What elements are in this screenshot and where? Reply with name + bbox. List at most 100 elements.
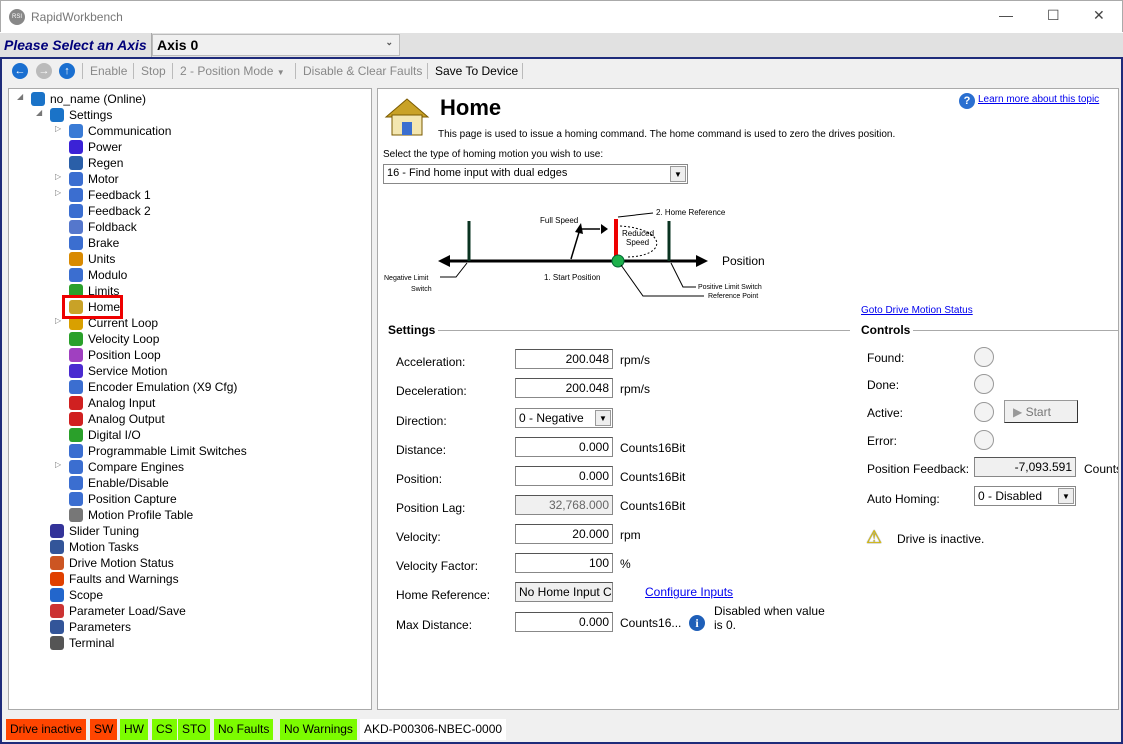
tree-item-label: Slider Tuning — [69, 524, 140, 538]
tree-item[interactable]: Drive Motion Status — [9, 555, 369, 571]
tree-item-label: Enable/Disable — [88, 476, 169, 490]
maximize-button[interactable]: ☐ — [1047, 7, 1060, 24]
setting-input[interactable]: 200.048 — [515, 349, 613, 369]
tree-item[interactable]: Foldback — [9, 219, 369, 235]
tree-item[interactable]: Motion Tasks — [9, 539, 369, 555]
tree-item[interactable]: Motion Profile Table — [9, 507, 369, 523]
expand-arrow-icon[interactable]: ▷ — [55, 188, 61, 197]
start-label: Start — [1025, 405, 1051, 419]
setting-input: No Home Input Con — [515, 582, 613, 602]
axis-select[interactable]: Axis 0 ⌄ — [152, 34, 400, 56]
goto-drive-motion-status-link[interactable]: Goto Drive Motion Status — [861, 305, 973, 316]
setting-label: Velocity: — [396, 530, 441, 544]
navigation-tree[interactable]: ◢ no_name (Online) ◢ Settings ▷ Communication… — [8, 88, 372, 710]
diagram-neg-limit-2: Switch — [411, 286, 432, 293]
direction-select[interactable]: 0 - Negative ▼ — [515, 408, 613, 428]
start-button[interactable]: ▶ Start — [1004, 400, 1078, 423]
tree-item[interactable]: ▷ Motor — [9, 171, 369, 187]
tree-item-label: Regen — [88, 156, 124, 170]
tree-item[interactable]: Units — [9, 251, 369, 267]
help-icon[interactable]: ? — [959, 93, 975, 109]
setting-label: Max Distance: — [396, 618, 473, 632]
tree-item[interactable]: ▷ Feedback 1 — [9, 187, 369, 203]
setting-input[interactable]: 100 — [515, 553, 613, 573]
tree-item-label: Digital I/O — [88, 428, 141, 442]
expand-arrow-icon[interactable]: ▷ — [55, 172, 61, 181]
info-icon: i — [689, 615, 705, 631]
setting-unit: Counts16Bit — [620, 499, 686, 513]
tree-item[interactable]: Terminal — [9, 635, 369, 651]
axis-selected-value: Axis 0 — [157, 37, 199, 53]
tree-item[interactable]: Analog Output — [9, 411, 369, 427]
tree-item[interactable]: Velocity Loop — [9, 331, 369, 347]
setting-input[interactable]: 0.000 — [515, 466, 613, 486]
tree-item[interactable]: Encoder Emulation (X9 Cfg) — [9, 379, 369, 395]
tree-item[interactable]: Scope — [9, 587, 369, 603]
feedback-2-icon — [69, 204, 83, 218]
tree-item[interactable]: Feedback 2 — [9, 203, 369, 219]
tree-item[interactable]: Position Capture — [9, 491, 369, 507]
learn-more-link[interactable]: Learn more about this topic — [978, 94, 1099, 105]
home-highlight-box — [62, 295, 123, 319]
tree-item[interactable]: Digital I/O — [9, 427, 369, 443]
error-indicator — [974, 430, 994, 450]
setting-input[interactable]: 0.000 — [515, 437, 613, 457]
tree-item[interactable]: Brake — [9, 235, 369, 251]
save-to-device-button[interactable]: Save To Device — [435, 64, 518, 78]
tree-item[interactable]: Power — [9, 139, 369, 155]
no-name-online-icon — [31, 92, 45, 106]
tree-item[interactable]: Position Loop — [9, 347, 369, 363]
tree-item-label: Communication — [88, 124, 172, 138]
forward-icon[interactable]: → — [36, 63, 52, 79]
tree-item[interactable]: Programmable Limit Switches — [9, 443, 369, 459]
close-button[interactable]: ✕ — [1093, 7, 1105, 24]
diagram-start-position: 1. Start Position — [544, 273, 600, 282]
homing-type-select[interactable]: 16 - Find home input with dual edges ▼ — [383, 164, 688, 184]
chevron-down-icon: ⌄ — [385, 37, 393, 47]
tree-item[interactable]: ◢ no_name (Online) — [9, 91, 369, 107]
motion-profile-table-icon — [69, 508, 83, 522]
configure-inputs-link[interactable]: Configure Inputs — [645, 585, 733, 599]
auto-homing-select[interactable]: 0 - Disabled ▼ — [974, 486, 1076, 506]
setting-input[interactable]: 200.048 — [515, 378, 613, 398]
mode-dropdown[interactable]: 2 - Position Mode ▼ — [180, 64, 285, 78]
service-motion-icon — [69, 364, 83, 378]
collapse-arrow-icon[interactable]: ◢ — [36, 108, 42, 117]
disable-clear-faults-button[interactable]: Disable & Clear Faults — [303, 64, 422, 78]
tree-item[interactable]: Parameter Load/Save — [9, 603, 369, 619]
expand-arrow-icon[interactable]: ▷ — [55, 460, 61, 469]
chevron-down-icon: ▼ — [595, 410, 611, 426]
tree-item[interactable]: Parameters — [9, 619, 369, 635]
chevron-down-icon: ▼ — [670, 166, 686, 182]
setting-label: Position: — [396, 472, 443, 486]
tree-item[interactable]: ▷ Compare Engines — [9, 459, 369, 475]
stop-button[interactable]: Stop — [141, 64, 166, 78]
setting-input[interactable]: 0.000 — [515, 612, 613, 632]
max-distance-note: Disabled when value is 0. — [714, 604, 825, 632]
tree-item[interactable]: ◢ Settings — [9, 107, 369, 123]
tree-item[interactable]: Service Motion — [9, 363, 369, 379]
tree-item[interactable]: Slider Tuning — [9, 523, 369, 539]
collapse-arrow-icon[interactable]: ◢ — [17, 92, 23, 101]
up-icon[interactable]: ↑ — [59, 63, 75, 79]
tree-item-label: Scope — [69, 588, 104, 602]
homing-diagram: Full Speed 2. Home Reference Reduced Spe… — [384, 208, 765, 300]
expand-arrow-icon[interactable]: ▷ — [55, 316, 61, 325]
tree-item[interactable]: Analog Input — [9, 395, 369, 411]
found-label: Found: — [867, 351, 905, 365]
tree-item[interactable]: ▷ Communication — [9, 123, 369, 139]
tree-item[interactable]: Regen — [9, 155, 369, 171]
minimize-button[interactable]: — — [999, 7, 1013, 23]
back-icon[interactable]: ← — [12, 63, 28, 79]
setting-label: Deceleration: — [396, 384, 467, 398]
tree-item[interactable]: Modulo — [9, 267, 369, 283]
digital-i-o-icon — [69, 428, 83, 442]
setting-input[interactable]: 20.000 — [515, 524, 613, 544]
enable-button[interactable]: Enable — [90, 64, 127, 78]
tree-item[interactable]: Enable/Disable — [9, 475, 369, 491]
scope-icon — [50, 588, 64, 602]
setting-unit: Counts16Bit — [620, 470, 686, 484]
expand-arrow-icon[interactable]: ▷ — [55, 124, 61, 133]
drive-motion-status-icon — [50, 556, 64, 570]
tree-item[interactable]: Faults and Warnings — [9, 571, 369, 587]
